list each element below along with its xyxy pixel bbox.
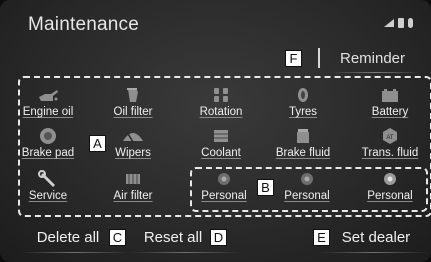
reminder-indicator	[318, 48, 320, 68]
item-label: Wipers	[115, 147, 151, 159]
reminder-button[interactable]: Reminder	[340, 48, 412, 70]
tyre-icon	[298, 88, 308, 102]
item-trans-fluid[interactable]: AT Trans. fluid	[357, 127, 423, 167]
engine-oil-icon	[39, 90, 58, 101]
item-personal-1[interactable]: Personal	[191, 170, 257, 210]
item-personal-3[interactable]: Personal	[357, 170, 423, 210]
item-brake-fluid[interactable]: Brake fluid	[270, 127, 336, 167]
wiper-icon	[123, 131, 143, 143]
personal-icon	[384, 173, 396, 185]
wrench-icon	[38, 170, 55, 187]
item-label: Personal	[367, 190, 413, 202]
transmission-fluid-icon: AT	[383, 128, 397, 144]
air-filter-icon	[126, 174, 140, 184]
item-rotation[interactable]: Rotation	[188, 86, 254, 126]
coolant-icon	[214, 130, 228, 142]
item-label: Tyres	[288, 106, 318, 118]
reset-all-underline	[130, 252, 240, 253]
item-label: Personal	[284, 190, 330, 202]
item-battery[interactable]: Battery	[357, 86, 423, 126]
callout-d: D	[210, 229, 227, 246]
brake-fluid-icon	[297, 129, 309, 143]
reset-all-button[interactable]: Reset all	[137, 226, 209, 250]
signal-icon	[384, 19, 394, 27]
reminder-underline	[330, 72, 420, 73]
item-label: Battery	[371, 106, 409, 118]
callout-b: B	[257, 179, 274, 196]
item-coolant[interactable]: Coolant	[188, 127, 254, 167]
item-label: Air filter	[113, 190, 153, 202]
item-service[interactable]: Service	[15, 170, 81, 210]
phone-battery-icon	[398, 18, 404, 28]
item-personal-2[interactable]: Personal	[274, 170, 340, 210]
battery-icon	[382, 89, 398, 102]
item-tyres[interactable]: Tyres	[270, 86, 336, 126]
callout-e: E	[313, 229, 330, 246]
item-label: Personal	[201, 190, 247, 202]
item-label: Engine oil	[22, 106, 74, 118]
item-oil-filter[interactable]: Oil filter	[100, 86, 166, 126]
svg-text:AT: AT	[386, 135, 394, 141]
item-label: Coolant	[201, 147, 241, 159]
item-label: Rotation	[199, 106, 243, 118]
item-air-filter[interactable]: Air filter	[100, 170, 166, 210]
item-brake-pad[interactable]: Brake pad	[15, 127, 81, 167]
item-label: Brake fluid	[275, 147, 331, 159]
item-label: Brake pad	[21, 147, 75, 159]
item-label: Trans. fluid	[361, 147, 419, 159]
brake-pad-icon	[40, 128, 56, 144]
personal-icon	[218, 173, 230, 185]
set-dealer-underline	[320, 252, 428, 253]
set-dealer-button[interactable]: Set dealer	[336, 226, 416, 250]
page-title: Maintenance	[28, 14, 139, 35]
item-label: Service	[28, 190, 68, 202]
personal-icon	[301, 173, 313, 185]
status-bar	[384, 17, 413, 29]
maintenance-screen: Maintenance Reminder Engine oil Oil filt…	[0, 0, 431, 262]
bluetooth-icon	[408, 18, 413, 28]
callout-c: C	[109, 229, 126, 246]
callout-a: A	[89, 135, 106, 152]
item-label: Oil filter	[113, 106, 153, 118]
delete-all-underline	[20, 252, 130, 253]
callout-f: F	[285, 50, 302, 67]
item-engine-oil[interactable]: Engine oil	[15, 86, 81, 126]
item-wipers[interactable]: Wipers	[100, 127, 166, 167]
tire-rotation-icon	[214, 88, 228, 102]
oil-filter-icon	[127, 88, 138, 102]
delete-all-button[interactable]: Delete all	[28, 226, 108, 250]
